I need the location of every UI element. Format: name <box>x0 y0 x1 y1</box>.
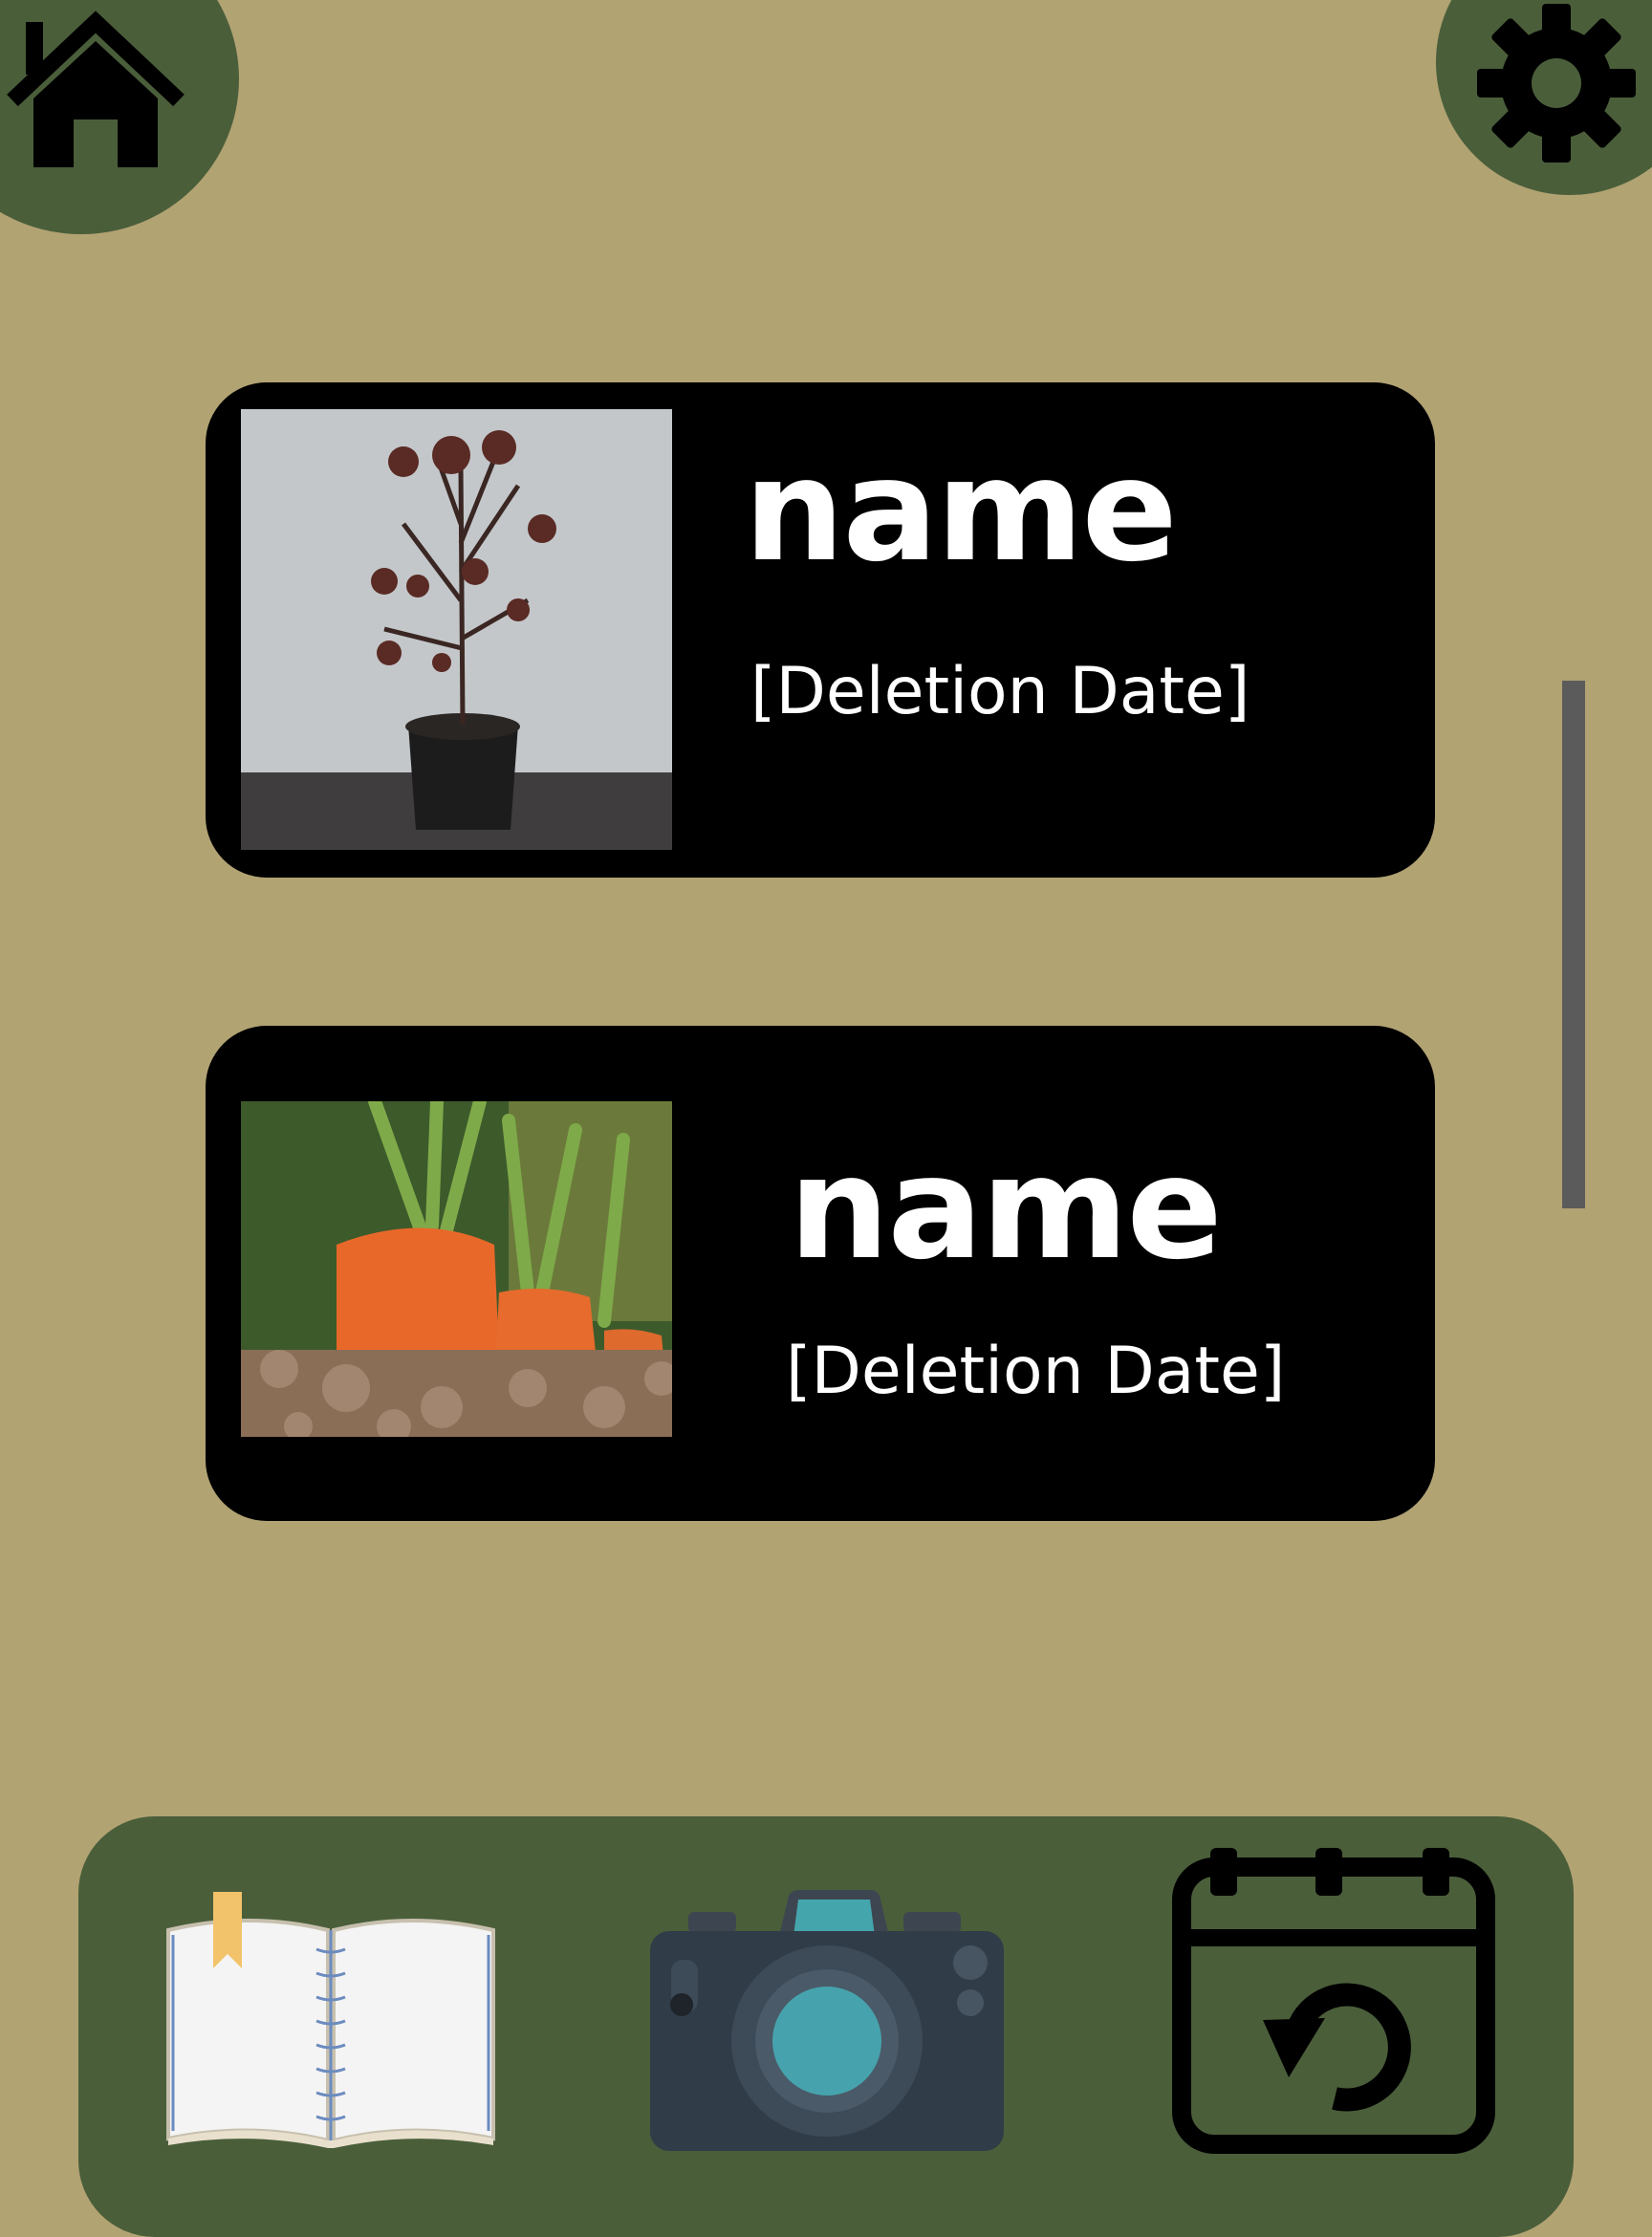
deletion-date: [Deletion Date] <box>750 654 1250 729</box>
camera-button[interactable] <box>650 1888 1004 2156</box>
gear-icon <box>1477 4 1636 163</box>
settings-button[interactable] <box>1436 0 1652 195</box>
deletion-date: [Deletion Date] <box>786 1334 1286 1409</box>
plant-photo <box>241 409 672 850</box>
open-book-icon <box>166 1892 495 2148</box>
plant-card[interactable]: name [Deletion Date] <box>206 1026 1435 1521</box>
calendar-restore-button[interactable] <box>1172 1848 1497 2159</box>
plant-photo <box>241 1101 672 1437</box>
plant-name: name <box>744 428 1178 593</box>
home-icon <box>7 11 185 167</box>
scrollbar[interactable] <box>1562 681 1585 1208</box>
camera-icon <box>650 1890 1004 2151</box>
calendar-restore-icon <box>1172 1848 1495 2154</box>
bottom-nav <box>78 1816 1574 2237</box>
home-button[interactable] <box>0 0 239 234</box>
journal-button[interactable] <box>163 1892 498 2155</box>
plant-card[interactable]: name [Deletion Date] <box>206 382 1435 878</box>
plant-name: name <box>789 1126 1223 1291</box>
